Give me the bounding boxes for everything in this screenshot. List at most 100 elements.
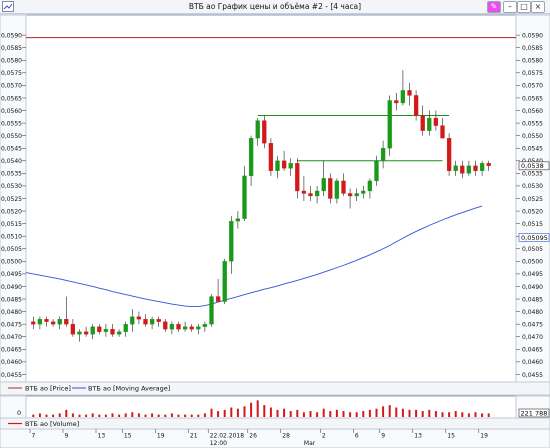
y-tick-label: 0,0525	[1, 196, 22, 203]
y-tick-label: 0,0475	[522, 321, 543, 328]
x-tick-label: 2	[322, 433, 326, 440]
volume-bar	[118, 414, 121, 417]
volume-bar	[243, 406, 246, 417]
y-tick-label: 0,0555	[522, 120, 543, 127]
candle-body	[116, 331, 122, 335]
y-tick-label: 0,0560	[1, 108, 22, 115]
y-tick-label: 0,0580	[1, 58, 22, 65]
y-tick-label: 0,0520	[522, 208, 543, 215]
y-tick-label: 0,0495	[522, 271, 543, 278]
volume-bar	[388, 405, 391, 417]
y-tick-label: 0,0590	[522, 32, 543, 39]
legend-ma-label: ВТБ ао [Moving Average]	[88, 385, 170, 393]
volume-bar	[230, 407, 233, 417]
x-tick-label: 15	[447, 433, 455, 440]
legend-volume-label: ВТБ ао [Volume]	[25, 420, 79, 428]
candle-body	[169, 324, 175, 330]
x-tick-label: 13	[414, 433, 422, 440]
y-tick-label: 0,0485	[1, 296, 22, 303]
volume-bar	[421, 411, 424, 417]
volume-bar	[316, 412, 319, 417]
pencil-icon[interactable]: ✎	[487, 1, 501, 13]
volume-bar	[177, 414, 180, 417]
price-chart[interactable]: 0,0590 0,0585 0,0580 0,0575 0,0570 0,0565 0,05…	[0, 14, 550, 448]
candle-body	[407, 90, 412, 96]
y-tick-label: 0,0525	[522, 196, 543, 203]
volume-bar	[223, 409, 226, 417]
y-tick-label: 0,0580	[522, 58, 543, 65]
y-tick-label: 0,0505	[1, 246, 22, 253]
volume-bar	[85, 414, 88, 417]
candle-body	[446, 138, 452, 171]
volume-bar	[210, 408, 213, 417]
y-tick-label: 0,0570	[522, 83, 543, 90]
candle-body	[321, 178, 326, 192]
volume-left-axis	[0, 395, 27, 419]
candle-body	[163, 321, 168, 330]
volume-bar	[322, 408, 325, 417]
minimize-button[interactable]: –	[503, 1, 517, 13]
volume-bar	[368, 409, 371, 417]
volume-bar	[401, 408, 404, 417]
volume-bar	[302, 412, 305, 417]
ma-value-label: 0,05095	[521, 234, 548, 242]
volume-bar	[454, 411, 457, 417]
y-tick-label: 0,0550	[522, 133, 543, 140]
y-tick-label: 0,0575	[1, 70, 22, 77]
y-tick-label: 0,0550	[1, 133, 22, 140]
volume-bar	[309, 411, 312, 417]
candle-body	[37, 319, 43, 325]
y-tick-label: 0,0515	[1, 221, 22, 228]
candle-body	[176, 324, 181, 330]
x-tick-label: 9	[381, 433, 385, 440]
volume-bar	[434, 411, 437, 417]
candle-body	[83, 331, 89, 335]
candle-body	[255, 120, 260, 139]
maximize-button[interactable]: □	[517, 1, 531, 13]
y-tick-label: 0,0490	[522, 284, 543, 291]
volume-bar	[52, 414, 55, 417]
candle-body	[64, 319, 69, 325]
volume-bar	[217, 411, 220, 417]
candle-body	[215, 296, 221, 302]
volume-bar	[342, 411, 345, 417]
candle-body	[110, 329, 115, 335]
month-label: Mar	[304, 440, 316, 447]
candle-body	[31, 321, 36, 325]
volume-bar	[256, 400, 259, 417]
candle-body	[196, 326, 201, 330]
x-tick-label: 13	[98, 433, 106, 440]
candle-body	[413, 95, 419, 116]
volume-bar	[335, 409, 338, 417]
y-tick-label: 0,0565	[1, 95, 22, 102]
y-tick-label: 0,0470	[522, 334, 543, 341]
volume-bar	[111, 413, 114, 417]
chart-window: ВТБ ао График цены и объёма #2 - [4 часа…	[0, 0, 550, 448]
y-tick-label: 0,0490	[1, 284, 22, 291]
y-tick-label: 0,0460	[522, 359, 543, 366]
y-tick-label: 0,0565	[522, 95, 543, 102]
volume-bar	[151, 413, 154, 417]
candle-body	[123, 324, 128, 332]
y-tick-label: 0,0460	[1, 359, 22, 366]
volume-bar	[45, 414, 48, 417]
volume-bar	[32, 414, 35, 417]
y-tick-label: 0,0530	[522, 183, 543, 190]
x-tick-label: 26	[249, 433, 257, 440]
y-tick-label: 0,0455	[522, 372, 543, 379]
y-tick-label: 0,0570	[1, 83, 22, 90]
y-tick-label: 0,0505	[522, 246, 543, 253]
volume-bar	[382, 406, 385, 417]
close-button[interactable]: ×	[531, 1, 545, 13]
x-tick-label: 28	[282, 433, 290, 440]
volume-bar	[236, 408, 239, 417]
candle-body	[301, 190, 307, 194]
volume-bar	[481, 413, 484, 417]
volume-bar	[362, 411, 365, 417]
last-price-label: 0,0538	[521, 162, 544, 170]
y-tick-label: 0,0545	[1, 146, 22, 153]
candle-body	[268, 143, 274, 171]
y-tick-label: 0,0545	[522, 146, 543, 153]
date-sub-label: 12:00	[210, 440, 227, 447]
volume-bar	[197, 414, 200, 417]
